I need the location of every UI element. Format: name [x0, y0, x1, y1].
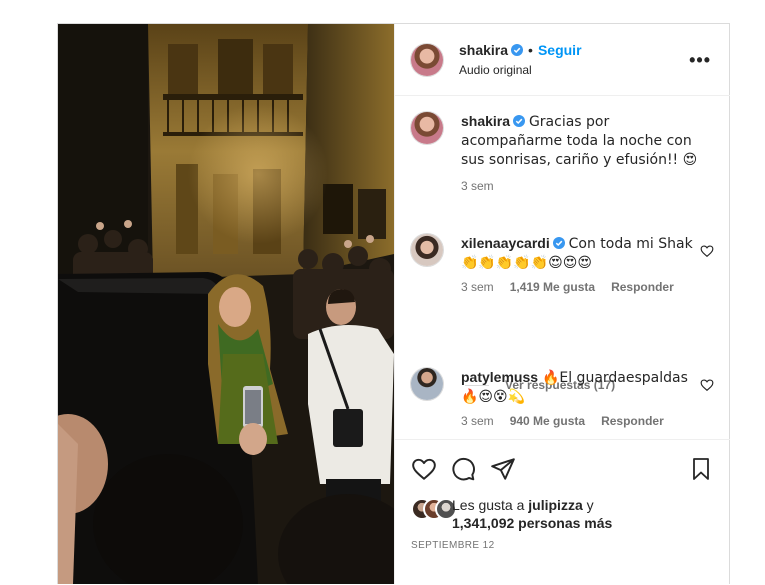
- author-username[interactable]: shakira: [459, 42, 508, 58]
- caption-time[interactable]: 3 sem: [461, 179, 494, 193]
- comment-likes[interactable]: 1,419 Me gusta: [510, 280, 595, 294]
- comment-item: patylemuss 🔥El guardaespaldas 🔥😍😵💫 3 sem…: [411, 368, 714, 428]
- caption: shakira Gracias por acompañarme toda la …: [411, 112, 711, 193]
- comment-like-heart-icon[interactable]: [700, 244, 714, 258]
- caption-text-block: shakira Gracias por acompañarme toda la …: [461, 112, 701, 169]
- caption-avatar[interactable]: [411, 112, 443, 144]
- post-header: shakira • Seguir Audio original •••: [395, 24, 730, 96]
- commenter-avatar[interactable]: [411, 234, 443, 266]
- audio-link[interactable]: Audio original: [459, 63, 532, 77]
- share-icon[interactable]: [490, 456, 516, 482]
- comment-meta: 3 sem 1,419 Me gusta Responder: [461, 280, 690, 294]
- verified-icon: [552, 237, 565, 249]
- heart-icon[interactable]: [411, 456, 437, 482]
- comment-icon[interactable]: [450, 456, 476, 482]
- street-night-scene: [58, 24, 394, 584]
- likes-summary: Les gusta a julipizza y 1,341,092 person…: [452, 496, 692, 532]
- bookmark-icon[interactable]: [689, 456, 713, 482]
- comment-time[interactable]: 3 sem: [461, 414, 494, 428]
- reply-button[interactable]: Responder: [611, 280, 674, 294]
- likes-mid: y: [582, 497, 594, 513]
- comment-meta: 3 sem 940 Me gusta Responder: [461, 414, 680, 428]
- author-avatar[interactable]: [411, 44, 443, 76]
- comment-likes[interactable]: 940 Me gusta: [510, 414, 585, 428]
- separator-dot: •: [528, 42, 533, 58]
- instagram-post: shakira • Seguir Audio original ••• shakir…: [57, 23, 730, 584]
- comment-text-block: patylemuss 🔥El guardaespaldas 🔥😍😵💫: [461, 368, 701, 406]
- post-sidebar: shakira • Seguir Audio original ••• shakir…: [394, 24, 730, 584]
- verified-icon: [513, 115, 526, 127]
- reply-button[interactable]: Responder: [601, 414, 664, 428]
- more-options-icon[interactable]: •••: [689, 50, 711, 71]
- liker-username[interactable]: julipizza: [528, 497, 582, 513]
- likes-count[interactable]: 1,341,092 personas más: [452, 515, 612, 531]
- post-actions: Les gusta a julipizza y 1,341,092 person…: [395, 439, 730, 585]
- comment-time[interactable]: 3 sem: [461, 280, 494, 294]
- post-date[interactable]: SEPTIEMBRE 12: [411, 540, 495, 551]
- verified-icon: [511, 44, 524, 56]
- comment-like-heart-icon[interactable]: [700, 378, 714, 392]
- comment-text-block: xilenaaycardi Con toda mi Shak 👏👏👏👏👏😍😍😍: [461, 234, 701, 272]
- caption-username[interactable]: shakira: [461, 113, 510, 129]
- likes-prefix: Les gusta a: [452, 497, 529, 513]
- comment-username[interactable]: patylemuss: [461, 369, 538, 385]
- comments-section: shakira Gracias por acompañarme toda la …: [395, 96, 730, 439]
- caption-meta: 3 sem: [461, 179, 510, 193]
- commenter-avatar[interactable]: [411, 368, 443, 400]
- follow-button[interactable]: Seguir: [538, 42, 582, 58]
- comment-username[interactable]: xilenaaycardi: [461, 235, 550, 251]
- author-line: shakira • Seguir: [459, 42, 582, 60]
- post-photo[interactable]: [58, 24, 394, 584]
- comment-item: xilenaaycardi Con toda mi Shak 👏👏👏👏👏😍😍😍 …: [411, 234, 714, 294]
